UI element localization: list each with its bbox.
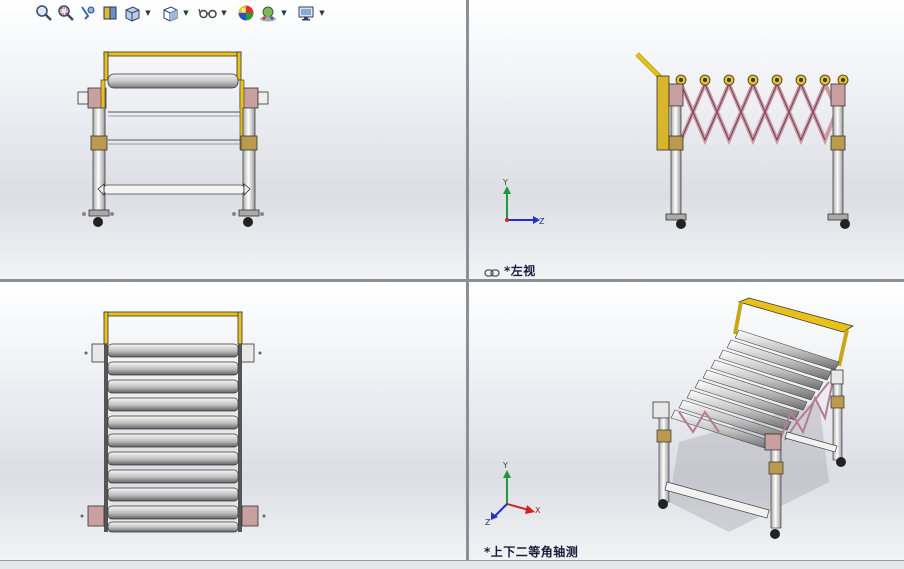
apply-scene-button[interactable] [258, 3, 278, 23]
view-settings-dropdown[interactable]: ▼ [318, 3, 326, 23]
conveyor-isometric-view: Y X Z [485, 297, 855, 539]
conveyor-front-view [77, 51, 269, 227]
appearance-sphere-icon [238, 5, 254, 21]
edit-appearance-button[interactable] [236, 3, 256, 23]
axis-x-label-iso: X [535, 506, 541, 515]
view-orientation-icon [125, 6, 140, 22]
view-orientation-button[interactable] [122, 3, 142, 23]
axis-triad: Y Z [502, 178, 545, 226]
view-label-left: *左视 [504, 264, 536, 278]
axis-y-label-iso: Y [502, 461, 508, 470]
display-style-icon [163, 6, 178, 22]
axis-y-label: Y [502, 178, 508, 187]
view-settings-button[interactable] [296, 3, 316, 23]
apply-scene-dropdown[interactable]: ▼ [280, 3, 288, 23]
conveyor-left-view: Y Z [502, 52, 850, 229]
glasses-icon [198, 8, 217, 19]
previous-view-icon [81, 6, 95, 20]
previous-view-button[interactable] [78, 3, 98, 23]
viewport-splitter-horizontal[interactable] [0, 279, 904, 282]
view-link-icon [484, 263, 500, 277]
zoom-to-area-button[interactable] [56, 3, 76, 23]
viewport-front[interactable] [0, 0, 466, 279]
monitor-icon [298, 6, 314, 21]
hide-show-items-dropdown[interactable]: ▼ [220, 3, 228, 23]
axis-z-label-iso: Z [485, 518, 491, 527]
display-style-button[interactable] [160, 3, 180, 23]
scissor-links [679, 78, 839, 146]
axis-triad-iso: Y X Z [485, 461, 541, 527]
section-view-icon [103, 6, 117, 20]
view-label-isometric: *上下二等角轴测 [484, 545, 579, 559]
viewport-top-view[interactable] [0, 282, 466, 560]
magnifier-area-icon [58, 5, 74, 21]
conveyor-top-view [80, 311, 266, 533]
viewport-left-view[interactable]: Y Z *左视 [469, 0, 904, 279]
magnifier-icon [36, 5, 52, 21]
section-view-button[interactable] [100, 3, 120, 23]
view-toolbar: ▼ ▼ ▼ ▼ ▼ [34, 2, 326, 24]
view-orientation-dropdown[interactable]: ▼ [144, 3, 152, 23]
hide-show-items-button[interactable] [198, 3, 218, 23]
rollers [107, 343, 239, 533]
display-style-dropdown[interactable]: ▼ [182, 3, 190, 23]
zoom-to-fit-button[interactable] [34, 3, 54, 23]
viewport-isometric[interactable]: Y X Z *上下二等角轴测 [469, 282, 904, 560]
axis-z-label: Z [539, 217, 545, 226]
scene-icon [260, 6, 276, 22]
